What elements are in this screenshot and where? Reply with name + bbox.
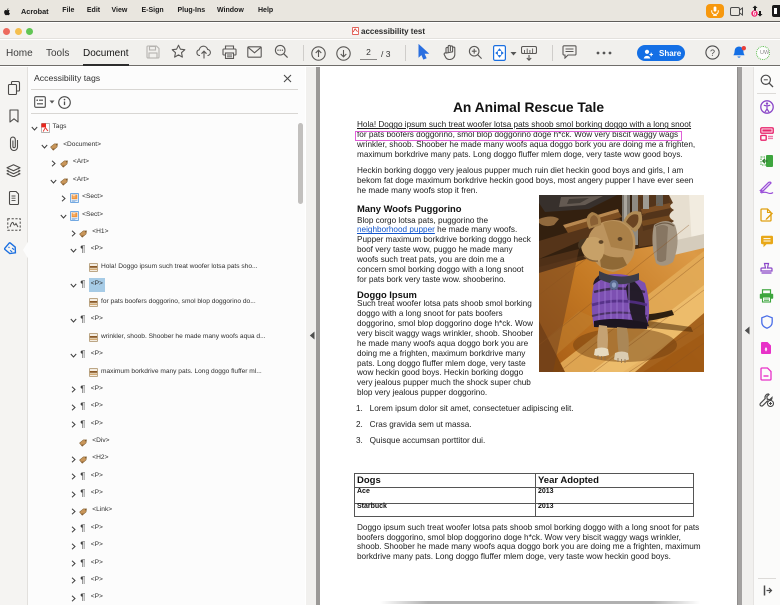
svg-text:?: ? xyxy=(710,48,715,58)
